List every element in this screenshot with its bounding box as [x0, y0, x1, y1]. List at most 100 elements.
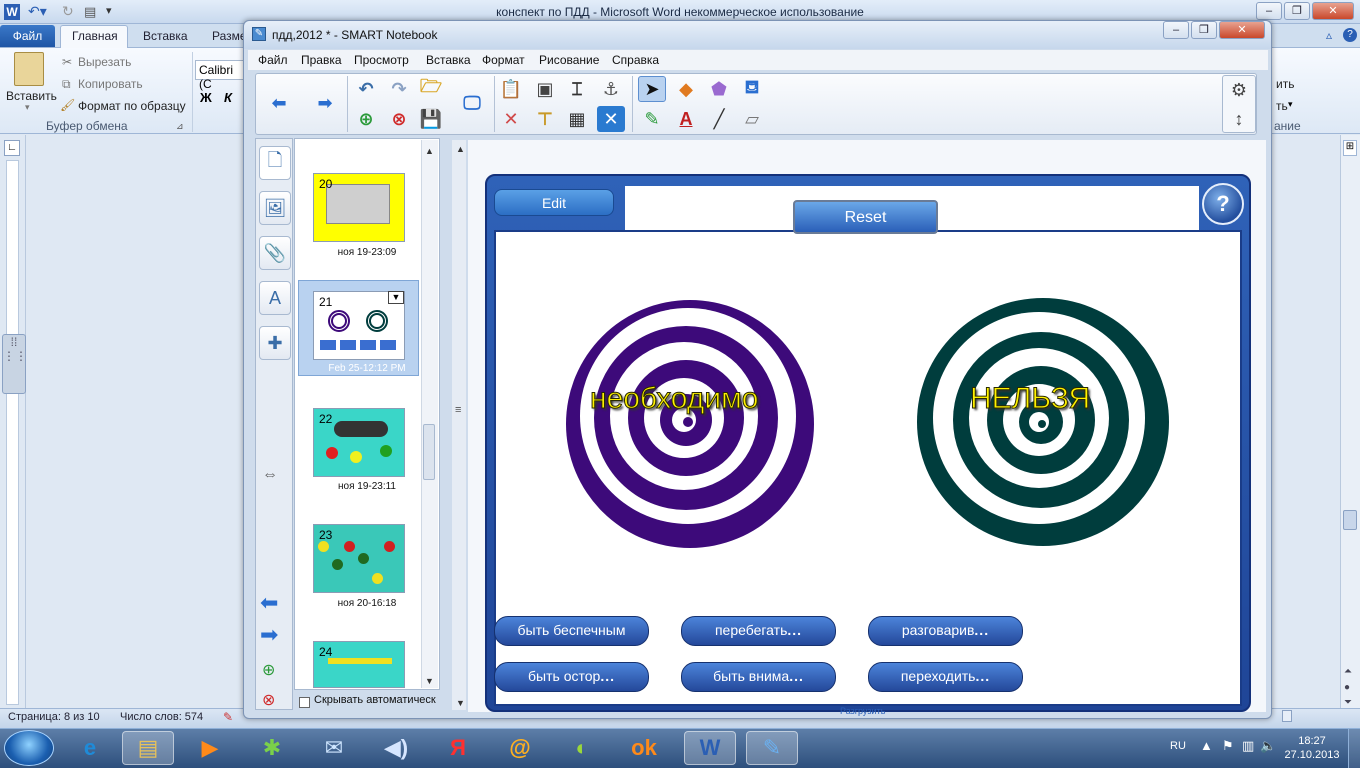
tray-language[interactable]: RU	[1170, 740, 1186, 752]
fill-icon[interactable]: ⛾	[738, 76, 766, 102]
word-scroll-thumb[interactable]	[1343, 510, 1357, 530]
tab-home[interactable]: Главная	[72, 29, 118, 43]
sorter-scrollbar[interactable]	[421, 140, 438, 688]
eraser-icon[interactable]: ▱	[738, 106, 766, 132]
dropdown-icon[interactable]: ▾	[1288, 99, 1293, 110]
help-icon[interactable]: ?	[1343, 28, 1357, 42]
delete-page-icon[interactable]: ⊗	[385, 106, 413, 132]
messenger-icon[interactable]: ✱	[246, 731, 298, 765]
slide-thumbnail-22[interactable]: 22	[313, 408, 405, 477]
word-button-5[interactable]: быть внима...	[681, 662, 836, 692]
next-page-icon[interactable]: ⏷	[1344, 697, 1352, 708]
tab-selector-icon[interactable]: ∟	[4, 140, 20, 156]
word-button-4[interactable]: быть остор...	[494, 662, 649, 692]
sorter-prev-icon[interactable]: ⬅	[260, 590, 278, 616]
pinned-toolbar-handle[interactable]: ⁞⁞ ⋮⋮	[2, 334, 27, 394]
start-button[interactable]	[4, 730, 54, 766]
spiral-right-target[interactable]	[915, 294, 1173, 548]
next-page-icon[interactable]: ➡	[311, 90, 339, 116]
edit-button[interactable]: Edit	[494, 189, 614, 216]
taskbar-word-icon[interactable]: W	[684, 731, 736, 765]
prev-page-icon[interactable]: ⏶	[1344, 666, 1352, 677]
screen-capture-icon[interactable]: ▣	[531, 76, 559, 102]
tab-insert[interactable]: Вставка	[143, 29, 188, 43]
status-page[interactable]: Страница: 8 из 10	[8, 711, 100, 723]
insert-link-icon[interactable]: ⚓	[597, 76, 625, 102]
save-icon[interactable]: 💾	[417, 106, 445, 132]
activity-help-button[interactable]: ?	[1202, 183, 1244, 225]
copy-button[interactable]: Копировать	[78, 77, 143, 91]
sorter-add-page-icon[interactable]: ⊕	[262, 660, 275, 680]
paste-dropdown-icon[interactable]: ▾	[25, 102, 30, 113]
tray-volume-icon[interactable]: 🔈	[1260, 738, 1276, 754]
reset-button[interactable]: Reset	[793, 200, 938, 234]
settings-gear-icon[interactable]: ⚙	[1225, 77, 1253, 103]
add-page-icon[interactable]: ⊕	[352, 106, 380, 132]
status-words[interactable]: Число слов: 574	[120, 711, 203, 723]
tray-show-hidden-icon[interactable]: ▲	[1200, 738, 1213, 753]
yandex-icon[interactable]: Я	[432, 731, 484, 765]
gallery-tab-icon[interactable]: 🖼	[259, 191, 291, 225]
bold-button[interactable]: Ж	[200, 90, 212, 105]
odnoklassniki-icon[interactable]: ok	[618, 731, 670, 765]
word-minimize-button[interactable]: –	[1256, 2, 1282, 20]
view-ruler-icon[interactable]: ⊞	[1343, 140, 1357, 156]
delete-tool-icon[interactable]: ✕	[497, 106, 525, 132]
line-tool-icon[interactable]: ╱	[705, 106, 733, 132]
menu-insert[interactable]: Вставка	[426, 53, 471, 67]
autohide-checkbox[interactable]	[299, 697, 310, 708]
word-button-6[interactable]: переходить...	[868, 662, 1023, 692]
zoom-slider-handle[interactable]	[1282, 710, 1292, 722]
redo-icon[interactable]: ↷	[385, 76, 413, 102]
font-name-input[interactable]: Calibri (С	[195, 60, 245, 91]
ribbon-right-label-2[interactable]: ть	[1276, 99, 1288, 113]
smart-close-button[interactable]: ✕	[1219, 21, 1265, 39]
tab-file[interactable]: Файл	[0, 25, 55, 47]
attachments-tab-icon[interactable]: 📎	[259, 236, 291, 270]
paste-icon[interactable]	[14, 52, 44, 86]
word-button-1[interactable]: быть беспечным	[494, 616, 649, 646]
previous-page-icon[interactable]: ⬅	[265, 90, 293, 116]
paste-tool-icon[interactable]: 📋	[497, 76, 525, 102]
page-sorter-tab-icon[interactable]: 🗋	[259, 146, 291, 180]
word-close-button[interactable]: ✕	[1312, 2, 1354, 20]
mail-ru-icon[interactable]: @	[494, 731, 546, 765]
menu-help[interactable]: Справка	[612, 53, 659, 67]
canvas-scroll-down-icon[interactable]: ▼	[456, 698, 465, 708]
display-screen-icon[interactable]: 🖵	[458, 90, 486, 116]
presentation-icon[interactable]: ⊤	[531, 106, 559, 132]
italic-button[interactable]: К	[224, 90, 232, 105]
proofing-icon[interactable]: ✎	[223, 710, 233, 724]
smart-minimize-button[interactable]: –	[1163, 21, 1189, 39]
shapes-icon[interactable]: ◆	[672, 76, 700, 102]
properties-tab-icon[interactable]: A	[259, 281, 291, 315]
screen-shade-icon[interactable]: ⌶	[563, 76, 591, 102]
splitter-grip-icon[interactable]: ≡	[455, 404, 461, 416]
menu-format[interactable]: Формат	[482, 53, 525, 67]
taskbar-smart-notebook-icon[interactable]: ✎	[746, 731, 798, 765]
volume-app-icon[interactable]: ◀)	[370, 731, 422, 765]
select-arrow-icon[interactable]: ➤	[638, 76, 666, 102]
internet-explorer-icon[interactable]: e	[64, 731, 116, 765]
cut-button[interactable]: Вырезать	[78, 55, 131, 69]
slide-thumbnail-20[interactable]: 20	[313, 173, 405, 242]
tray-network-icon[interactable]: ▥	[1242, 738, 1254, 754]
tray-clock[interactable]: 18:27 27.10.2013	[1282, 734, 1342, 762]
resize-tabs-icon[interactable]: ⇔	[262, 466, 278, 484]
sorter-scroll-up-icon[interactable]: ▲	[425, 146, 434, 156]
undo-icon[interactable]: ↶	[352, 76, 380, 102]
slide-menu-dropdown-icon[interactable]: ▼	[388, 291, 404, 304]
tab-layout[interactable]: Разме	[212, 29, 247, 43]
tray-flag-icon[interactable]: ⚑	[1222, 738, 1234, 754]
slide-thumbnail-21[interactable]: 21 ▼	[313, 291, 405, 360]
ribbon-right-label-1[interactable]: ить	[1276, 77, 1294, 91]
smart-maximize-button[interactable]: ❐	[1191, 21, 1217, 39]
browse-object-icon[interactable]: ●	[1344, 682, 1350, 693]
spiral-left-target[interactable]	[560, 290, 820, 552]
slide-thumbnail-24[interactable]: 24	[313, 641, 405, 688]
close-tool-icon[interactable]: ✕	[597, 106, 625, 132]
insert-table-icon[interactable]: ▦	[563, 106, 591, 132]
menu-draw[interactable]: Рисование	[539, 53, 599, 67]
show-desktop-button[interactable]	[1348, 729, 1360, 768]
word-vertical-scrollbar[interactable]	[1340, 135, 1360, 710]
